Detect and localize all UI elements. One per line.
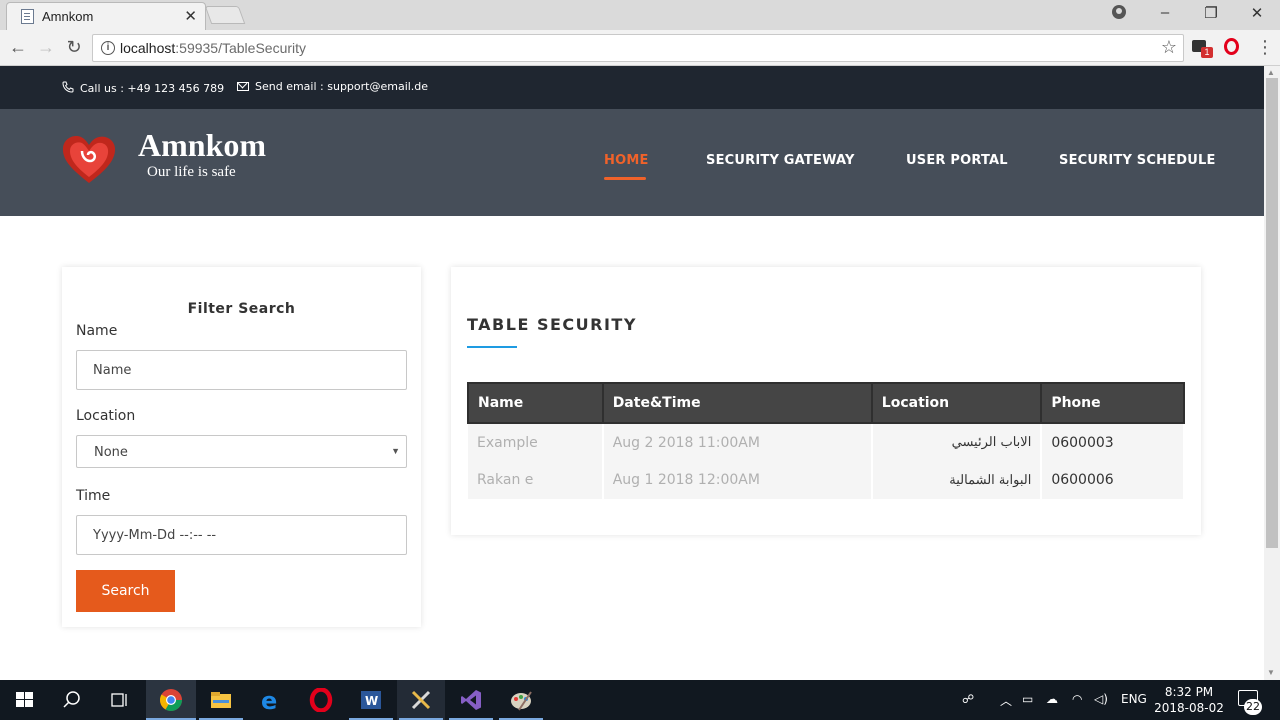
column-header-datetime[interactable]: Date&Time — [601, 382, 873, 424]
browser-tab[interactable]: Amnkom ✕ — [6, 2, 206, 30]
table-header-row: Name Date&Time Location Phone — [467, 382, 1185, 424]
language-indicator[interactable]: ENG — [1121, 692, 1147, 706]
edge-icon[interactable]: e — [259, 688, 283, 712]
time-input[interactable] — [76, 515, 407, 555]
column-header-name[interactable]: Name — [467, 382, 604, 424]
address-bar[interactable]: i localhost:59935/TableSecurity ☆ — [92, 34, 1184, 62]
cell-phone: 0600006 — [1041, 461, 1185, 499]
search-icon[interactable] — [60, 688, 84, 712]
column-header-location[interactable]: Location — [870, 382, 1043, 424]
tab-title: Amnkom — [42, 9, 94, 24]
name-input[interactable] — [76, 350, 407, 390]
browser-menu-icon[interactable]: ⋮ — [1256, 38, 1274, 56]
extension-badge: 1 — [1201, 47, 1213, 58]
restore-icon[interactable]: ❐ — [1201, 4, 1221, 22]
table-heading: TABLE SECURITY — [467, 315, 637, 334]
email-contact[interactable]: Send email : support@email.de — [237, 80, 428, 93]
cell-phone: 0600003 — [1041, 423, 1185, 461]
scroll-up-icon[interactable]: ▲ — [1267, 68, 1275, 77]
scroll-down-icon[interactable]: ▼ — [1267, 668, 1275, 677]
paint-icon[interactable] — [509, 688, 533, 712]
chrome-icon[interactable] — [159, 688, 183, 712]
svg-text:e: e — [261, 688, 277, 712]
security-table: Name Date&Time Location Phone Example Au… — [467, 382, 1185, 499]
phone-icon — [62, 81, 74, 93]
phone-text: Call us : +49 123 456 789 — [80, 82, 225, 95]
nav-active-indicator — [604, 177, 646, 180]
profile-icon[interactable] — [1112, 5, 1126, 19]
windows-taskbar: e W ☍ ︿ ▭ ☁ ◠ ◁) ENG 8:32 PM 2018-08-02 … — [0, 680, 1280, 720]
reload-icon[interactable]: ↻ — [64, 38, 84, 56]
table-row[interactable]: Rakan e Aug 1 2018 12:00AM البوابة الشما… — [468, 461, 1185, 499]
taskbar-clock[interactable]: 8:32 PM 2018-08-02 — [1152, 684, 1226, 716]
contact-bar: Call us : +49 123 456 789 Send email : s… — [0, 66, 1264, 109]
wifi-icon[interactable]: ◠ — [1072, 692, 1082, 706]
clock-time: 8:32 PM — [1164, 685, 1214, 699]
location-selected-value: None — [94, 445, 128, 460]
dropdown-caret-icon: ▼ — [391, 446, 400, 456]
bookmark-star-icon[interactable]: ☆ — [1161, 37, 1177, 58]
scroll-thumb[interactable] — [1266, 78, 1278, 548]
new-tab-button[interactable] — [204, 6, 246, 24]
notification-count-badge: 22 — [1244, 699, 1262, 715]
word-icon[interactable]: W — [359, 688, 383, 712]
mail-icon — [237, 82, 249, 91]
page-favicon-icon — [21, 9, 34, 24]
search-button[interactable]: Search — [76, 570, 175, 612]
logo-tagline: Our life is safe — [147, 164, 236, 180]
page-viewport: Call us : +49 123 456 789 Send email : s… — [0, 66, 1264, 680]
page-scrollbar[interactable]: ▲ ▼ — [1264, 66, 1280, 680]
people-icon[interactable]: ☍ — [962, 692, 974, 706]
back-icon[interactable]: ← — [8, 38, 28, 56]
heading-underline — [467, 346, 517, 348]
site-info-icon[interactable]: i — [101, 41, 115, 55]
cell-name: Example — [468, 423, 604, 461]
cell-datetime: Aug 1 2018 12:00AM — [602, 461, 873, 499]
cell-datetime: Aug 2 2018 11:00AM — [602, 423, 873, 461]
extension-icon[interactable]: 1 — [1192, 38, 1213, 58]
time-label: Time — [76, 488, 111, 504]
browser-toolbar: ← → ↻ i localhost:59935/TableSecurity ☆ — [0, 30, 1280, 66]
nav-user-portal[interactable]: USER PORTAL — [906, 153, 1008, 168]
windows-start-icon[interactable] — [16, 692, 33, 708]
email-text[interactable]: Send email : support@email.de — [255, 80, 428, 93]
name-label: Name — [76, 323, 118, 339]
opera-extension-icon[interactable] — [1224, 38, 1242, 56]
task-view-icon[interactable] — [108, 688, 132, 712]
tools-icon[interactable] — [409, 688, 433, 712]
cell-name: Rakan e — [468, 461, 604, 499]
nav-security-schedule[interactable]: SECURITY SCHEDULE — [1059, 153, 1216, 168]
clock-date: 2018-08-02 — [1154, 701, 1224, 715]
forward-icon[interactable]: → — [36, 38, 56, 56]
browser-tab-strip: Amnkom ✕ – ❐ ✕ — [0, 0, 1280, 30]
heart-logo-icon[interactable] — [60, 133, 118, 185]
filter-search-panel: Filter Search Name Location None ▼ Time … — [62, 267, 421, 627]
url-text[interactable]: localhost:59935/TableSecurity — [120, 40, 306, 56]
file-explorer-icon[interactable] — [209, 688, 233, 712]
table-security-panel: TABLE SECURITY Name Date&Time Location P… — [451, 267, 1201, 535]
location-select[interactable]: None ▼ — [76, 435, 407, 468]
nav-home[interactable]: HOME — [604, 153, 649, 168]
battery-icon[interactable]: ▭ — [1022, 692, 1033, 706]
visual-studio-icon[interactable] — [459, 688, 483, 712]
table-row[interactable]: Example Aug 2 2018 11:00AM الاباب الرئيس… — [468, 423, 1185, 461]
onedrive-icon[interactable]: ☁ — [1046, 692, 1058, 706]
cell-location: البوابة الشمالية — [871, 461, 1043, 499]
site-header: Amnkom Our life is safe HOME SECURITY GA… — [0, 109, 1264, 216]
svg-text:W: W — [365, 694, 378, 708]
cell-location: الاباب الرئيسي — [871, 423, 1043, 461]
window-close-icon[interactable]: ✕ — [1247, 4, 1267, 22]
opera-icon[interactable] — [309, 688, 333, 712]
nav-security-gateway[interactable]: SECURITY GATEWAY — [706, 153, 855, 168]
minimize-icon[interactable]: – — [1155, 4, 1175, 21]
show-hidden-icons-icon[interactable]: ︿ — [1000, 692, 1012, 709]
filter-title: Filter Search — [187, 301, 296, 317]
column-header-phone[interactable]: Phone — [1040, 382, 1185, 424]
close-tab-icon[interactable]: ✕ — [184, 7, 197, 25]
location-label: Location — [76, 408, 136, 424]
logo-title[interactable]: Amnkom — [138, 127, 266, 164]
phone-contact: Call us : +49 123 456 789 — [62, 80, 224, 95]
volume-icon[interactable]: ◁) — [1094, 692, 1108, 706]
